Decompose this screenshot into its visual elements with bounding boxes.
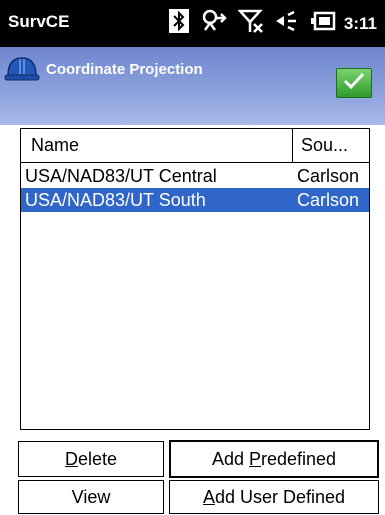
projection-list[interactable]: Name Sou... USA/NAD83/UT Central Carlson…	[20, 128, 370, 430]
cell-source: Carlson	[297, 190, 360, 210]
delete-button-label: Delete	[64, 448, 118, 469]
status-app-name: SurvCE	[8, 12, 70, 31]
list-header: Name Sou...	[21, 129, 369, 163]
status-time: 3:11	[343, 13, 377, 33]
page-title: Coordinate Projection	[46, 61, 203, 78]
status-icons: 3:11	[158, 8, 377, 39]
title-bar: Coordinate Projection	[0, 47, 385, 125]
table-row[interactable]: USA/NAD83/UT Central Carlson	[21, 164, 369, 188]
hard-hat-icon	[4, 52, 40, 89]
cell-name: USA/NAD83/UT Central	[25, 166, 217, 186]
view-button-label: View	[71, 486, 111, 507]
table-row-selected[interactable]: USA/NAD83/UT South Carlson	[21, 188, 369, 212]
add-user-defined-button-label: Add User Defined	[202, 486, 346, 507]
status-bar: SurvCE 3:11	[0, 0, 385, 47]
checkmark-icon	[342, 71, 366, 96]
cell-source: Carlson	[297, 166, 360, 186]
delete-button[interactable]: Delete	[18, 441, 164, 477]
add-user-defined-button[interactable]: Add User Defined	[169, 480, 379, 514]
view-button[interactable]: View	[18, 480, 164, 514]
column-header-source[interactable]: Sou...	[293, 129, 369, 162]
battery-icon[interactable]	[310, 10, 336, 37]
bluetooth-icon[interactable]	[168, 8, 190, 39]
column-header-name[interactable]: Name	[21, 129, 293, 162]
volume-icon[interactable]	[274, 8, 300, 39]
add-predefined-button[interactable]: Add Predefined	[169, 440, 379, 478]
cell-name: USA/NAD83/UT South	[25, 190, 206, 210]
connectivity-icon[interactable]	[200, 8, 228, 39]
signal-off-icon[interactable]	[237, 8, 264, 39]
add-predefined-button-label: Add Predefined	[211, 448, 337, 469]
ok-button[interactable]	[336, 68, 372, 98]
